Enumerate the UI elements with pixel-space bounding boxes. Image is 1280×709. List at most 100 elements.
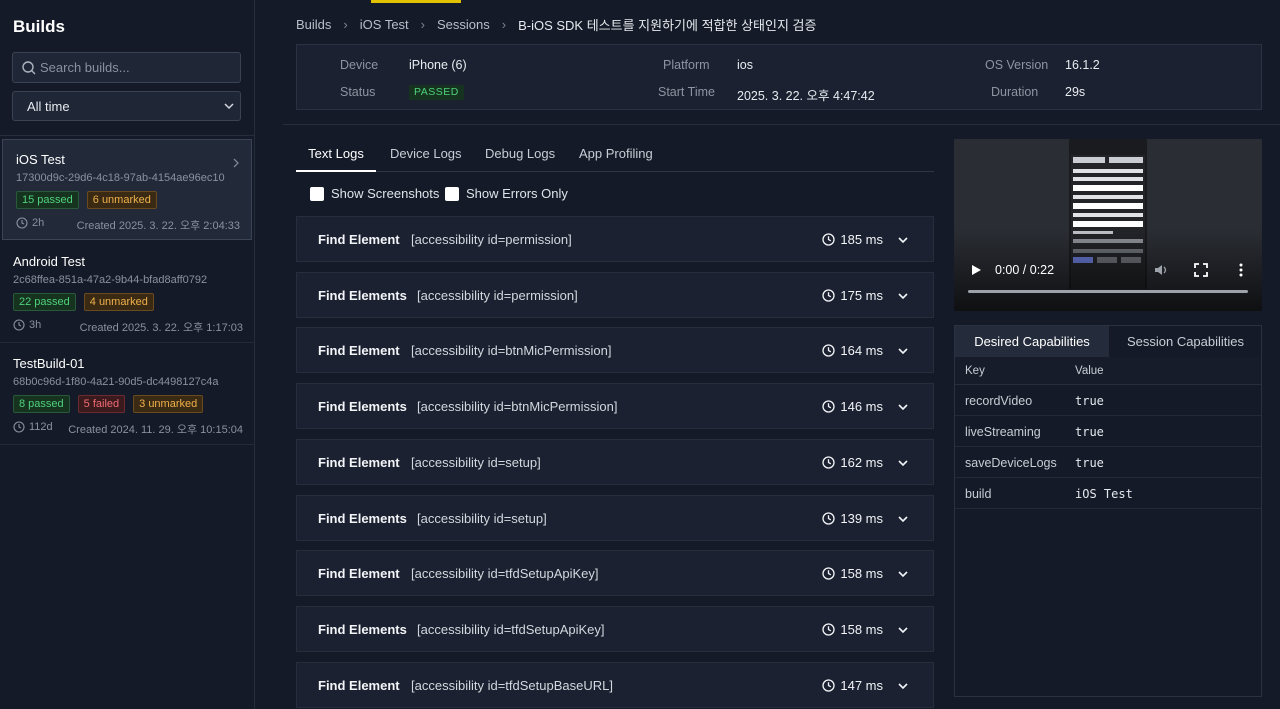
device-value: iPhone (6) xyxy=(409,58,467,72)
log-duration: 185 ms xyxy=(822,232,883,247)
chevron-right-icon xyxy=(233,158,239,168)
show-errors-checkbox[interactable]: Show Errors Only xyxy=(445,186,568,201)
sidebar: Builds All time iOS Test 17300d9c-29d6-4… xyxy=(0,0,255,709)
show-screenshots-label: Show Screenshots xyxy=(331,186,440,201)
capability-key: recordVideo xyxy=(965,394,1033,408)
start-time-value: 2025. 3. 22. 오후 4:47:42 xyxy=(737,89,875,103)
log-row[interactable]: Find Elements [accessibility id=tfdSetupA… xyxy=(296,605,934,652)
duration-label: Duration xyxy=(991,85,1039,99)
log-command: Find Element xyxy=(318,343,400,359)
log-duration: 146 ms xyxy=(822,399,883,414)
log-row[interactable]: Find Element [accessibility id=tfdSetupAp… xyxy=(296,550,934,597)
breadcrumb-separator: › xyxy=(420,17,425,32)
start-time-label: Start Time xyxy=(658,85,715,99)
fullscreen-icon[interactable] xyxy=(1194,263,1208,277)
build-item[interactable]: TestBuild-01 68b0c96d-1f80-4a21-90d5-dc4… xyxy=(0,344,254,445)
log-duration: 158 ms xyxy=(822,622,883,637)
value-header: Value xyxy=(1075,365,1104,377)
checkbox-box[interactable] xyxy=(445,186,459,201)
chevron-down-icon[interactable] xyxy=(897,457,909,469)
show-errors-label: Show Errors Only xyxy=(466,186,568,201)
log-duration-value: 158 ms xyxy=(840,566,883,582)
log-command: Find Element xyxy=(318,677,400,693)
log-duration: 147 ms xyxy=(822,678,883,693)
chevron-down-icon[interactable] xyxy=(897,401,909,413)
log-row[interactable]: Find Element [accessibility id=tfdSetupBa… xyxy=(296,661,934,708)
build-created: Created 2025. 3. 22. 오후 2:04:33 xyxy=(76,220,240,232)
build-id: 17300d9c-29d6-4c18-97ab-4154ae96ec10 xyxy=(16,172,225,184)
tab-app-profiling[interactable]: App Profiling xyxy=(579,140,653,172)
clock-icon xyxy=(822,678,836,692)
tab-text-logs[interactable]: Text Logs xyxy=(296,140,376,172)
log-row[interactable]: Find Elements [accessibility id=permissio… xyxy=(296,271,934,318)
search-box[interactable] xyxy=(12,52,241,83)
chevron-down-icon[interactable] xyxy=(897,568,909,580)
log-row[interactable]: Find Elements [accessibility id=setup] 139… xyxy=(296,494,934,541)
breadcrumb-sessions[interactable]: Sessions xyxy=(437,17,490,32)
capability-key: saveDeviceLogs xyxy=(965,456,1057,470)
log-command: Find Element xyxy=(318,454,400,470)
log-duration-value: 175 ms xyxy=(840,287,883,303)
log-duration: 139 ms xyxy=(822,511,883,526)
build-age: 2h xyxy=(32,217,45,229)
capability-key: build xyxy=(965,487,992,501)
chevron-down-icon[interactable] xyxy=(897,234,909,246)
capability-value: true xyxy=(1075,456,1104,470)
play-icon[interactable] xyxy=(970,264,982,276)
build-name: TestBuild-01 xyxy=(13,356,85,371)
log-selector: [accessibility id=btnMicPermission] xyxy=(411,343,612,359)
clock-icon xyxy=(13,421,25,433)
breadcrumb-build[interactable]: iOS Test xyxy=(360,17,409,32)
chevron-down-icon[interactable] xyxy=(897,290,909,302)
log-row[interactable]: Find Elements [accessibility id=btnMicPer… xyxy=(296,383,934,430)
capability-value: iOS Test xyxy=(1075,487,1133,501)
build-age: 3h xyxy=(29,319,42,331)
log-duration-value: 158 ms xyxy=(840,621,883,637)
video-seek-bar[interactable] xyxy=(968,290,1248,293)
tab-desired-capabilities[interactable]: Desired Capabilities xyxy=(955,326,1109,357)
chevron-down-icon[interactable] xyxy=(897,680,909,692)
breadcrumb-builds[interactable]: Builds xyxy=(296,17,331,32)
show-screenshots-checkbox[interactable]: Show Screenshots xyxy=(310,186,439,201)
capabilities-panel: Desired Capabilities Session Capabilitie… xyxy=(954,325,1262,697)
build-item[interactable]: Android Test 2c68ffea-851a-47a2-9b44-bfa… xyxy=(0,242,254,343)
log-command: Find Elements xyxy=(318,399,407,415)
chevron-down-icon[interactable] xyxy=(897,345,909,357)
build-created: Created 2024. 11. 29. 오후 10:15:04 xyxy=(68,424,243,436)
tab-device-logs[interactable]: Device Logs xyxy=(390,140,462,172)
log-duration: 158 ms xyxy=(822,566,883,581)
checkbox-box[interactable] xyxy=(310,186,324,201)
chevron-down-icon[interactable] xyxy=(897,513,909,525)
build-item[interactable]: iOS Test 17300d9c-29d6-4c18-97ab-4154ae9… xyxy=(2,139,252,240)
log-row[interactable]: Find Element [accessibility id=btnMicPerm… xyxy=(296,327,934,374)
tab-session-capabilities[interactable]: Session Capabilities xyxy=(1109,326,1262,357)
log-duration: 164 ms xyxy=(822,343,883,358)
chevron-down-icon[interactable] xyxy=(897,624,909,636)
status-badge: PASSED xyxy=(409,85,464,100)
time-filter-select[interactable]: All time xyxy=(12,91,241,121)
breadcrumb-separator: › xyxy=(343,17,348,32)
breadcrumb: Builds › iOS Test › Sessions › B-iOS SDK… xyxy=(296,15,816,34)
device-label: Device xyxy=(340,58,379,72)
passed-badge: 22 passed xyxy=(13,293,76,311)
log-selector: [accessibility id=tfdSetupApiKey] xyxy=(411,566,599,582)
log-tabs: Text Logs Device Logs Debug Logs App Pro… xyxy=(296,140,934,172)
capabilities-header: Key Value xyxy=(955,357,1261,385)
build-id: 2c68ffea-851a-47a2-9b44-bfad8aff0792 xyxy=(13,274,208,286)
os-version-value: 16.1.2 xyxy=(1065,58,1100,72)
session-video-player[interactable]: 0:00 / 0:22 xyxy=(954,139,1262,311)
volume-icon[interactable] xyxy=(1154,263,1168,277)
tab-debug-logs[interactable]: Debug Logs xyxy=(485,140,555,172)
status-label: Status xyxy=(340,85,376,99)
log-duration-value: 139 ms xyxy=(840,510,883,526)
more-options-icon[interactable] xyxy=(1238,263,1244,277)
search-input[interactable] xyxy=(40,53,235,82)
log-selector: [accessibility id=tfdSetupBaseURL] xyxy=(411,677,613,693)
log-command: Find Element xyxy=(318,232,400,247)
log-row[interactable]: Find Element [accessibility id=permission… xyxy=(296,216,934,262)
log-selector: [accessibility id=permission] xyxy=(417,287,578,303)
passed-badge: 8 passed xyxy=(13,395,70,413)
video-time: 0:00 / 0:22 xyxy=(995,263,1055,277)
platform-label: Platform xyxy=(663,58,710,72)
log-row[interactable]: Find Element [accessibility id=setup] 162 … xyxy=(296,438,934,485)
